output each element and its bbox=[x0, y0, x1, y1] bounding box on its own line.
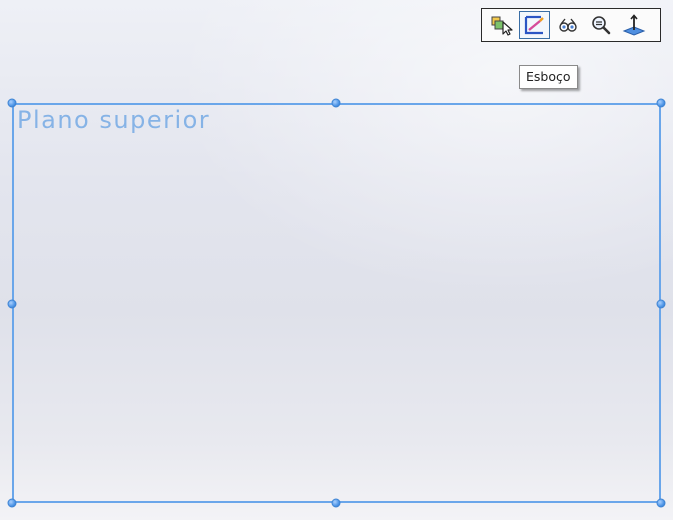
select-other-button[interactable] bbox=[486, 11, 517, 39]
sketch-icon bbox=[524, 15, 544, 35]
normal-to-icon bbox=[622, 14, 645, 36]
view-icon bbox=[558, 18, 577, 32]
zoom-button[interactable] bbox=[585, 11, 616, 39]
plane-handle-bottom-right[interactable] bbox=[656, 498, 666, 508]
plane-label: Plano superior bbox=[17, 106, 211, 134]
plane-top-outline[interactable] bbox=[12, 103, 661, 503]
plane-handle-bottom-middle[interactable] bbox=[331, 498, 341, 508]
context-toolbar bbox=[481, 8, 661, 42]
zoom-icon bbox=[591, 16, 610, 35]
select-other-icon bbox=[491, 16, 513, 36]
plane-handle-top-middle[interactable] bbox=[331, 98, 341, 108]
view-button[interactable] bbox=[552, 11, 583, 39]
tooltip: Esboço bbox=[519, 65, 578, 89]
plane-handle-top-left[interactable] bbox=[7, 98, 17, 108]
sketch-button[interactable] bbox=[519, 11, 550, 39]
plane-handle-bottom-left[interactable] bbox=[7, 498, 17, 508]
normal-to-button[interactable] bbox=[618, 11, 649, 39]
plane-handle-middle-right[interactable] bbox=[656, 299, 666, 309]
plane-handle-top-right[interactable] bbox=[656, 98, 666, 108]
plane-handle-middle-left[interactable] bbox=[7, 299, 17, 309]
